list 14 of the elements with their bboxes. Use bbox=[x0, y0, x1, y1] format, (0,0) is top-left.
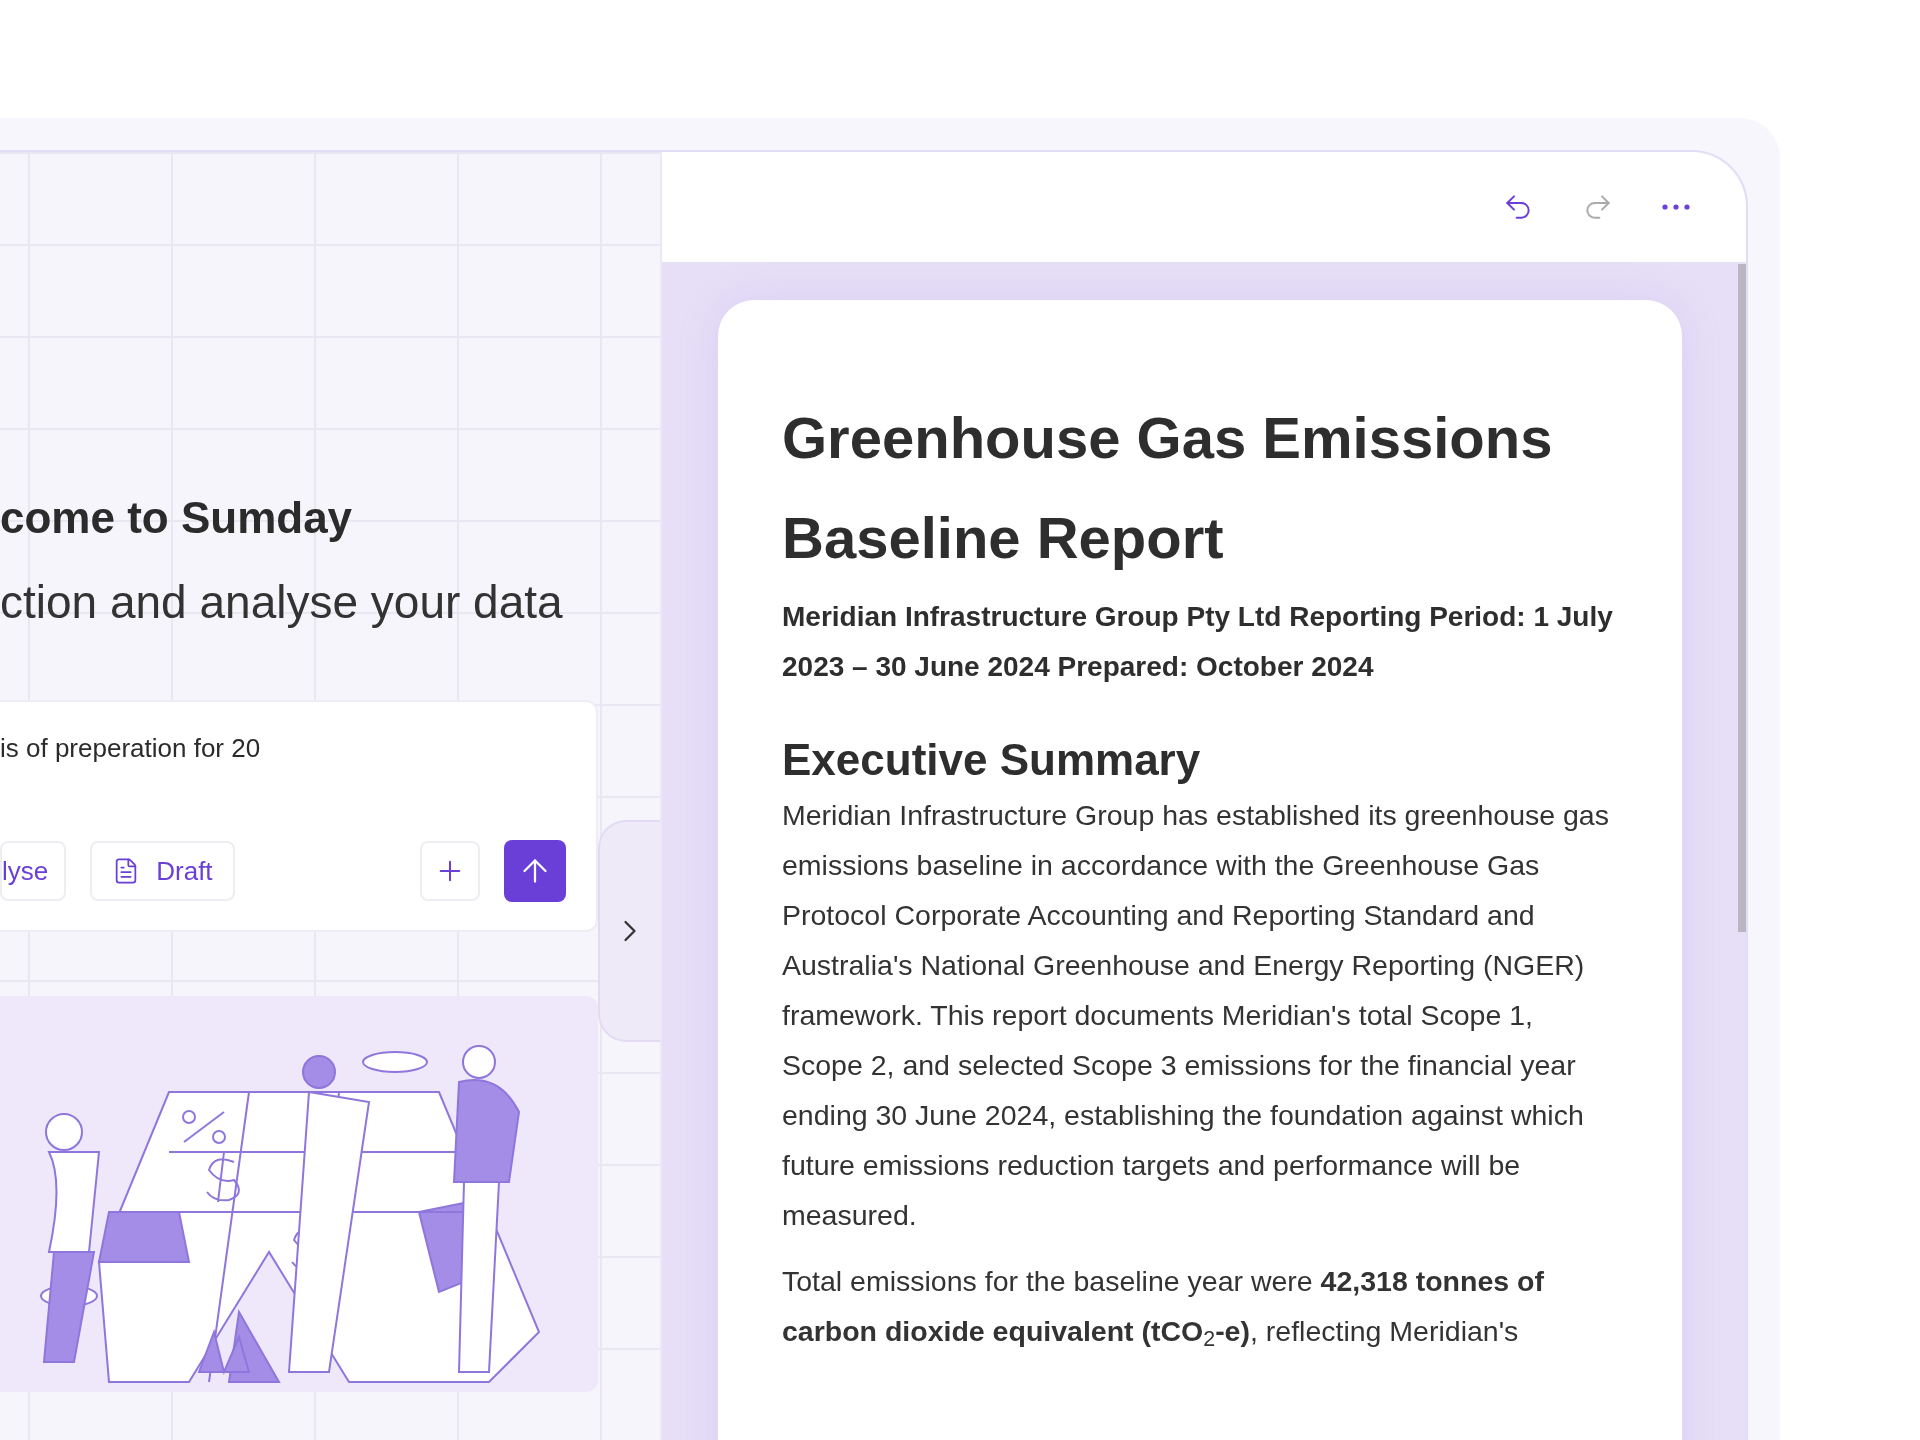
prompt-input[interactable]: is of preperation for 20 bbox=[0, 730, 566, 766]
document-meta: Meridian Infrastructure Group Pty Ltd Reporting Period: 1 July 2023 – 30 June 2024 Prepared: October 2024 bbox=[782, 600, 1614, 684]
more-icon bbox=[1662, 204, 1690, 210]
mode-button[interactable]: lyse bbox=[0, 841, 67, 901]
mode-button[interactable]: Draft bbox=[90, 841, 235, 901]
section-heading: Executive Summary bbox=[782, 734, 1202, 786]
add-button[interactable] bbox=[420, 841, 480, 901]
body-paragraph: Meridian Infrastructure Group has established its greenhouse gas emissions baseline in accordance with the Greenhouse Gas Protocol Corporate Accounting and Reporting Standard and Australia's National Greenhouse and Energy Reporting (NGER) framework. This report documents Meridian's total Scope 1, Scope 2, and selected Scope 3 emissions for the financial year ending 30 June 2024, establishing the foundation against which future emissions reduction targets and performance will be measured. bbox=[782, 798, 1610, 1233]
document-title: Greenhouse Gas Emissions Baseline Report bbox=[782, 404, 1554, 572]
welcome-subheading: ction and analyse your data bbox=[0, 575, 564, 630]
more-button[interactable] bbox=[1662, 204, 1690, 210]
body-paragraph: Total emissions for the baseline year were 42,318 tonnes of carbon dioxide equivalent (tCO$_{2}$-e), reflecting Meridian's bbox=[782, 1264, 1545, 1354]
send-button[interactable] bbox=[504, 840, 566, 902]
welcome-heading: come to Sumday bbox=[0, 492, 354, 544]
